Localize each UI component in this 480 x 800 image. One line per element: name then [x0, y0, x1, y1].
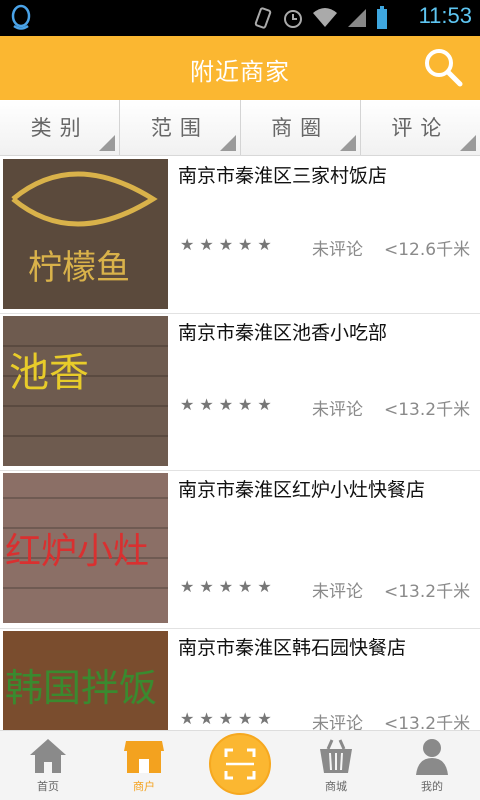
- system-icons: [252, 6, 388, 30]
- star-icon: ★: [257, 235, 272, 254]
- scan-button[interactable]: [209, 733, 271, 795]
- sign-text: 韩国拌饭: [5, 666, 157, 710]
- star-icon: ★: [180, 709, 195, 728]
- rating-stars: ★ ★ ★ ★ ★: [180, 577, 272, 596]
- merchant-item[interactable]: 柠檬鱼 南京市秦淮区三家村饭店 ★ ★ ★ ★ ★ 未评论 <12.6千米: [0, 157, 480, 314]
- rating-stars: ★ ★ ★ ★ ★: [180, 235, 272, 254]
- merchant-list: 柠檬鱼 南京市秦淮区三家村饭店 ★ ★ ★ ★ ★ 未评论 <12.6千米 池香 南京市…: [0, 157, 480, 730]
- filter-label: 类别: [30, 116, 89, 140]
- filter-label: 评论: [391, 116, 450, 140]
- battery-icon: [377, 6, 387, 29]
- user-icon: [416, 739, 448, 775]
- star-icon: ★: [199, 577, 214, 596]
- bottom-tab-bar: 首页 商户 商城 我的: [0, 730, 480, 800]
- filter-label: 范围: [150, 116, 209, 140]
- dropdown-triangle-icon: [339, 135, 356, 151]
- search-icon[interactable]: [422, 46, 464, 88]
- merchant-item[interactable]: 红炉小灶 南京市秦淮区红炉小灶快餐店 ★ ★ ★ ★ ★ 未评论 <13.2千米: [0, 471, 480, 629]
- merchant-item[interactable]: 韩国拌饭 南京市秦淮区韩石园快餐店 ★ ★ ★ ★ ★ 未评论 <13.2千米: [0, 629, 480, 730]
- distance: <12.6千米: [384, 240, 471, 260]
- sign-text: 红炉小灶: [5, 531, 149, 572]
- star-icon: ★: [238, 235, 253, 254]
- app-header: 附近商家: [0, 36, 480, 100]
- merchant-name: 南京市秦淮区三家村饭店: [178, 165, 388, 187]
- merchant-photo: 池香: [3, 316, 168, 466]
- tab-label: 商户: [133, 780, 155, 793]
- dropdown-triangle-icon: [460, 135, 476, 151]
- star-icon: ★: [257, 709, 272, 728]
- vibrate-icon: [254, 7, 272, 29]
- distance: <13.2千米: [384, 582, 471, 602]
- shop-icon: [124, 741, 164, 773]
- wifi-icon: [313, 8, 337, 27]
- tab-mall[interactable]: 商城: [288, 731, 384, 800]
- distance: <13.2千米: [384, 400, 471, 420]
- dropdown-triangle-icon: [99, 135, 116, 151]
- scan-icon: [224, 748, 256, 780]
- tab-scan[interactable]: [192, 731, 288, 800]
- star-icon: ★: [199, 235, 214, 254]
- merchant-name: 南京市秦淮区红炉小灶快餐店: [178, 479, 426, 501]
- star-icon: ★: [238, 395, 253, 414]
- star-icon: ★: [257, 395, 272, 414]
- status-time: 11:53: [418, 3, 472, 28]
- review-status: 未评论: [312, 582, 363, 602]
- star-icon: ★: [257, 577, 272, 596]
- merchant-item[interactable]: 池香 南京市秦淮区池香小吃部 ★ ★ ★ ★ ★ 未评论 <13.2千米: [0, 314, 480, 471]
- tab-label: 我的: [421, 780, 443, 793]
- merchant-name: 南京市秦淮区韩石园快餐店: [178, 637, 407, 659]
- star-icon: ★: [218, 235, 234, 254]
- basket-icon: [320, 739, 352, 773]
- merchant-name: 南京市秦淮区池香小吃部: [178, 322, 388, 344]
- star-icon: ★: [180, 235, 195, 254]
- dropdown-triangle-icon: [219, 135, 236, 151]
- qq-icon: [11, 4, 31, 30]
- filter-range[interactable]: 范围: [120, 100, 241, 155]
- merchant-photo: 红炉小灶: [3, 473, 168, 623]
- star-icon: ★: [180, 395, 195, 414]
- merchant-photo: 韩国拌饭: [3, 631, 168, 730]
- alarm-icon: [284, 10, 302, 28]
- star-icon: ★: [199, 709, 214, 728]
- home-icon: [30, 739, 66, 773]
- filter-reviews[interactable]: 评论: [361, 100, 480, 155]
- tab-label: 商城: [325, 780, 347, 793]
- sign-text: 池香: [9, 350, 89, 396]
- star-icon: ★: [180, 577, 195, 596]
- signal-icon: [348, 9, 366, 27]
- review-status: 未评论: [312, 714, 363, 730]
- star-icon: ★: [218, 709, 234, 728]
- star-icon: ★: [199, 395, 214, 414]
- review-status: 未评论: [312, 240, 363, 260]
- status-bar: 11:53: [0, 0, 480, 36]
- star-icon: ★: [238, 709, 253, 728]
- filter-category[interactable]: 类别: [0, 100, 121, 155]
- tab-label: 首页: [37, 780, 59, 793]
- review-status: 未评论: [312, 400, 363, 420]
- tab-home[interactable]: 首页: [0, 731, 96, 800]
- star-icon: ★: [218, 395, 234, 414]
- star-icon: ★: [238, 577, 253, 596]
- star-icon: ★: [218, 577, 234, 596]
- filter-business-district[interactable]: 商圈: [241, 100, 361, 155]
- filter-bar: 类别 范围 商圈 评论: [0, 100, 480, 156]
- sign-text: 柠檬鱼: [28, 248, 130, 288]
- distance: <13.2千米: [384, 714, 471, 730]
- rating-stars: ★ ★ ★ ★ ★: [180, 709, 272, 728]
- rating-stars: ★ ★ ★ ★ ★: [180, 395, 272, 414]
- merchant-photo: 柠檬鱼: [3, 159, 168, 309]
- page-title: 附近商家: [190, 58, 290, 86]
- filter-label: 商圈: [271, 116, 330, 140]
- tab-merchants[interactable]: 商户: [96, 731, 192, 800]
- tab-mine[interactable]: 我的: [384, 731, 480, 800]
